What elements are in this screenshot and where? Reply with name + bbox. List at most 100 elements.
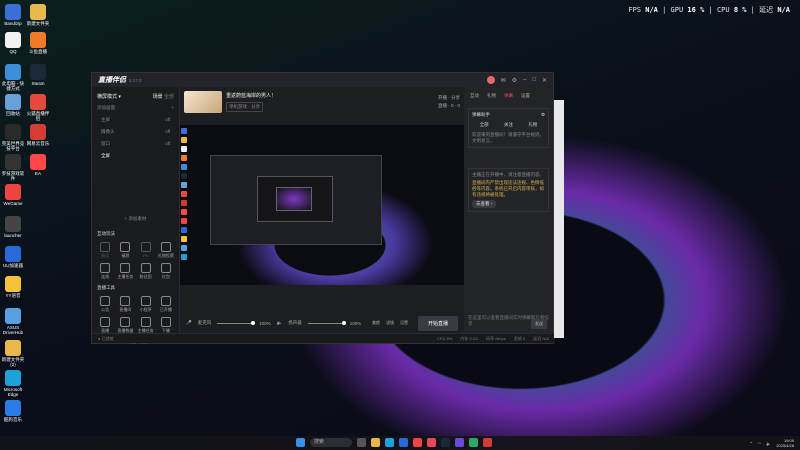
settings-button[interactable]: 设置 <box>400 320 408 326</box>
edge-icon[interactable] <box>385 438 394 447</box>
gear-icon[interactable]: ⚙ <box>512 77 517 84</box>
assist-settings-icon[interactable]: ⚙ <box>541 112 545 118</box>
tool-item[interactable]: 公告 <box>95 296 115 313</box>
desktop-icon[interactable]: 酷狗音乐 <box>1 400 25 422</box>
tab-scenes[interactable]: 场景 <box>153 94 163 100</box>
app-icon <box>30 4 46 20</box>
streaming-app-icon[interactable] <box>427 438 436 447</box>
desktop-icon[interactable]: WeGame <box>1 184 25 206</box>
store-icon[interactable] <box>399 438 408 447</box>
start-icon[interactable] <box>296 438 305 447</box>
tool-item[interactable]: 小程序 <box>136 296 156 313</box>
close-icon[interactable]: ✕ <box>542 77 547 84</box>
right-tab[interactable]: 互动 <box>470 93 479 99</box>
tool-label: 抽奖 <box>101 253 110 258</box>
desktop-icon[interactable]: 新建文件夹 <box>26 4 50 26</box>
taskbar-search[interactable]: 搜索 <box>310 438 352 447</box>
tool-item[interactable]: 红包 <box>156 263 176 280</box>
tool-item[interactable]: 抽奖 <box>95 242 115 259</box>
tool-item[interactable]: 直播间 <box>115 296 135 313</box>
right-tab[interactable]: 弹幕 <box>504 93 513 99</box>
tool-item[interactable]: 下播 <box>156 317 176 334</box>
tool-item[interactable]: 已开播 <box>156 296 176 313</box>
filter-button[interactable]: 滤镜 <box>386 320 394 326</box>
desktop-icon[interactable]: YY语音 <box>1 276 25 298</box>
tool-item[interactable]: 主播任务 <box>115 263 135 280</box>
wegame-icon[interactable] <box>413 438 422 447</box>
tool-item[interactable]: 连线 <box>95 263 115 280</box>
stream-title[interactable]: 重返蔚蓝海岸的男人！ <box>226 92 276 99</box>
tool-item[interactable]: 礼物投票 <box>156 242 176 259</box>
volume-icon[interactable]: 🔈 <box>766 441 771 446</box>
right-tab[interactable]: 设置 <box>521 93 530 99</box>
desktop-icon[interactable]: 网易云音乐 <box>26 124 50 146</box>
steam-icon[interactable] <box>441 438 450 447</box>
tool-item[interactable]: PK <box>136 242 156 259</box>
stream-right-b[interactable]: 分享 <box>451 95 460 100</box>
desktop-icon-label: 斗鱼直播 <box>29 49 47 54</box>
send-button[interactable]: 发送 <box>531 319 547 329</box>
scene-item[interactable]: 全屏 <box>92 150 179 162</box>
view-chip[interactable]: 去查看 › <box>472 200 497 208</box>
desktop-icon[interactable]: EA <box>26 154 50 176</box>
desktop-icon[interactable]: 火狐直播伴侣 <box>26 94 50 121</box>
user-avatar[interactable] <box>486 76 495 84</box>
tool-item[interactable]: 主播任务 <box>136 317 156 334</box>
add-source-button[interactable]: + 添加素材 <box>92 216 179 222</box>
desktop-icon[interactable]: Bandizip <box>1 4 25 26</box>
stream-category[interactable]: 单机游戏 · 分享 <box>226 102 263 112</box>
explorer-icon[interactable] <box>371 438 380 447</box>
desktop-icon[interactable]: launcher <box>1 216 25 238</box>
desktop-icon[interactable]: 罗技游戏软件 <box>1 154 25 181</box>
desktop-icon[interactable]: 新建文件夹 (2) <box>1 340 25 367</box>
go-live-button[interactable]: 开始直播 <box>417 315 458 331</box>
tool-item[interactable]: 粉丝团 <box>136 263 156 280</box>
desktop-icon[interactable]: Microsoft Edge <box>1 370 25 397</box>
tool-item[interactable]: 福袋 <box>115 242 135 259</box>
scene-state[interactable]: off <box>165 141 170 147</box>
tool-item[interactable]: 直播数据 <box>115 317 135 334</box>
scene-state[interactable]: off <box>165 117 170 123</box>
mail-icon[interactable]: ✉ <box>501 77 506 84</box>
speaker-slider[interactable] <box>307 320 346 325</box>
desktop-icon[interactable]: ASUS DriverHub <box>1 308 25 335</box>
minimize-icon[interactable]: – <box>523 77 526 83</box>
assist-subtab[interactable]: 礼物 <box>528 122 537 128</box>
desktop-icon[interactable]: Steam <box>26 64 50 86</box>
tray-chevron-icon[interactable]: ⌃ <box>749 441 752 446</box>
speaker-icon[interactable]: 🔈 <box>277 320 283 326</box>
scene-item[interactable]: 主屏 off <box>92 114 179 126</box>
add-source-icon[interactable]: + <box>171 105 174 111</box>
beauty-button[interactable]: 美颜 <box>372 320 380 326</box>
scene-state[interactable]: off <box>165 129 170 135</box>
live-preview[interactable] <box>180 125 464 285</box>
wifi-icon[interactable]: ◠ <box>758 441 762 446</box>
desktop-icon[interactable]: UU加速器 <box>1 246 25 268</box>
preview-desktop-icons <box>181 128 191 263</box>
desktop-icon[interactable]: 回收站 <box>1 94 25 116</box>
mic-icon[interactable]: 🎤 <box>186 320 192 326</box>
desktop-icon[interactable]: 此电脑 - 快捷方式 <box>1 64 25 91</box>
mic-slider[interactable] <box>217 320 256 325</box>
scene-item[interactable]: 窗口 off <box>92 138 179 150</box>
maximize-icon[interactable]: □ <box>532 77 536 83</box>
tool-item[interactable]: 直播 <box>95 317 115 334</box>
desktop-icon-label: 网易云音乐 <box>26 141 50 146</box>
scene-item[interactable]: 摄像头 off <box>92 126 179 138</box>
right-tab[interactable]: 礼物 <box>487 93 496 99</box>
app-icon-b[interactable] <box>469 438 478 447</box>
desktop-icon[interactable]: 完美世界竞技平台 <box>1 124 25 151</box>
netease-icon[interactable] <box>483 438 492 447</box>
task-view-icon[interactable] <box>357 438 366 447</box>
clock-date[interactable]: 2025/4/28 <box>776 443 794 448</box>
assist-subtab[interactable]: 全部 <box>480 122 489 128</box>
stream-right-a[interactable]: 开播 <box>438 95 447 100</box>
desktop-icon[interactable]: QQ <box>1 32 25 54</box>
cover-thumbnail[interactable] <box>184 91 222 113</box>
status-c: 内存 3.1G <box>460 335 479 341</box>
desktop-icon[interactable]: 斗鱼直播 <box>26 32 50 54</box>
tab-all[interactable]: 全部 <box>164 94 174 100</box>
mode-selector[interactable]: 横屏模式 ▾ <box>97 93 121 100</box>
assist-subtab[interactable]: 关注 <box>504 122 513 128</box>
app-icon-a[interactable] <box>455 438 464 447</box>
